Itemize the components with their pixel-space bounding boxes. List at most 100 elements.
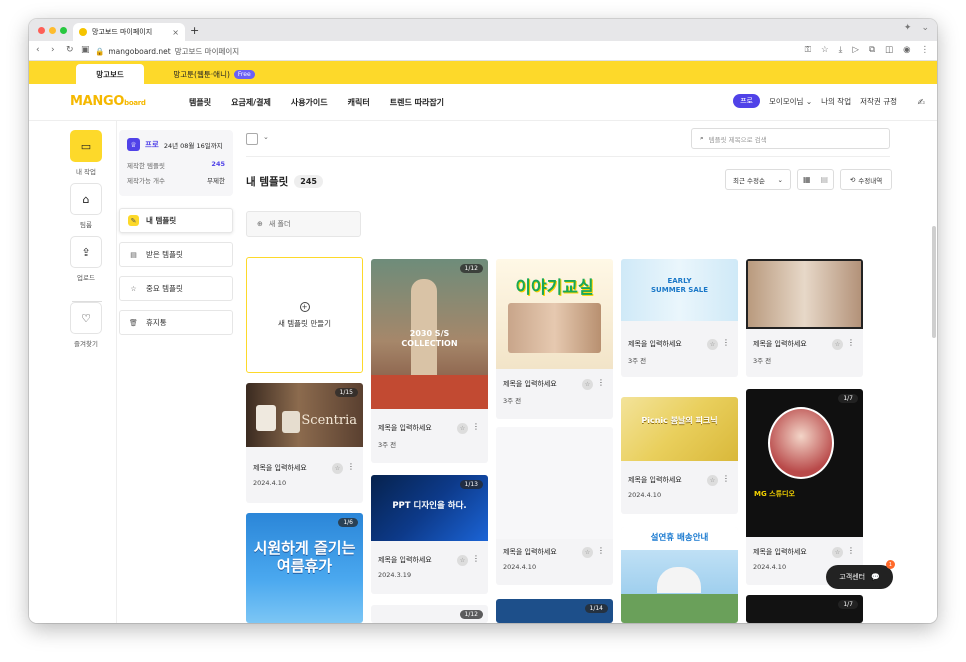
template-card[interactable]: 제목을 입력하세요 2024.4.10 ☆ ⋮ bbox=[496, 427, 613, 585]
template-card[interactable]: 제목을 입력하세요 3주 전 ☆ ⋮ bbox=[746, 259, 863, 377]
cast-icon[interactable]: ▷ bbox=[852, 45, 859, 55]
key-icon[interactable]: ⚿ bbox=[805, 45, 811, 55]
sidebar-icon[interactable]: ◫ bbox=[885, 45, 893, 55]
more-options-icon[interactable]: ⋮ bbox=[847, 546, 855, 555]
mangoboard-logo[interactable]: MANGOboard bbox=[70, 94, 146, 109]
new-template-label: 새 템플릿 만들기 bbox=[277, 318, 332, 328]
more-options-icon[interactable]: ⋮ bbox=[472, 422, 480, 431]
grid-view-icon[interactable]: ▦ bbox=[803, 175, 811, 184]
list-view-icon[interactable]: ▤ bbox=[820, 175, 828, 184]
rail-item-team[interactable]: ⌂ 팀룸 bbox=[70, 183, 102, 229]
view-toggle[interactable]: ▦ ▤ bbox=[797, 169, 834, 190]
customer-center-label: 고객센터 bbox=[839, 573, 866, 581]
favorite-star-icon[interactable]: ☆ bbox=[707, 475, 718, 486]
tab-close-icon[interactable]: × bbox=[172, 28, 179, 37]
menu-my-templates[interactable]: ✎ 내 템플릿 bbox=[119, 208, 233, 233]
signature-icon[interactable]: ✍ bbox=[917, 98, 925, 108]
favorite-star-icon[interactable]: ☆ bbox=[832, 547, 843, 558]
more-options-icon[interactable]: ⋮ bbox=[597, 378, 605, 387]
template-card[interactable]: PPT 디자인을 하다. 1/13 제목을 입력하세요 2024.3.19 ☆ … bbox=[371, 475, 488, 594]
reader-icon[interactable]: ▣ bbox=[81, 45, 90, 55]
nav-guide[interactable]: 사용가이드 bbox=[291, 97, 328, 108]
more-options-icon[interactable]: ⋮ bbox=[597, 546, 605, 555]
rail-item-my-work[interactable]: ▭ 내 작업 bbox=[70, 130, 102, 176]
sort-select[interactable]: 최근 수정순 ⌄ bbox=[725, 169, 791, 190]
menu-important-templates[interactable]: ☆ 중요 템플릿 bbox=[119, 276, 233, 301]
favorite-star-icon[interactable]: ☆ bbox=[332, 463, 343, 474]
copyright-link[interactable]: 저작권 규정 bbox=[860, 96, 897, 107]
template-card[interactable]: 1/12 bbox=[371, 605, 488, 623]
new-template-button[interactable]: + 새 템플릿 만들기 bbox=[246, 257, 363, 373]
new-tab-button[interactable]: + bbox=[190, 24, 199, 37]
forward-icon[interactable]: › bbox=[51, 45, 55, 55]
template-card[interactable]: EARLY SUMMER SALE 제목을 입력하세요 3주 전 ☆ ⋮ bbox=[621, 259, 738, 377]
free-badge: Free bbox=[233, 69, 255, 79]
more-options-icon[interactable]: ⋮ bbox=[722, 474, 730, 483]
browser-tab[interactable]: 망고보드 마이페이지 × bbox=[73, 23, 185, 41]
page-scrollbar[interactable] bbox=[932, 226, 936, 338]
menu-received-templates[interactable]: ▤ 받은 템플릿 bbox=[119, 242, 233, 267]
account-icon[interactable]: ◉ bbox=[903, 45, 910, 55]
favorite-star-icon[interactable]: ☆ bbox=[457, 423, 468, 434]
rail-label: 즐겨찾기 bbox=[74, 340, 98, 348]
search-icon: ⌕ bbox=[700, 134, 704, 142]
menu-trash[interactable]: 🗑 휴지통 bbox=[119, 310, 233, 335]
template-card[interactable]: Picnic 봄날의 피크닉 제목을 입력하세요 2024.4.10 ☆ ⋮ bbox=[621, 397, 738, 514]
template-card[interactable]: 1/7 bbox=[746, 595, 863, 623]
template-card[interactable]: MG 스튜디오 1/7 제목을 입력하세요 2024.4.10 ☆ ⋮ bbox=[746, 389, 863, 585]
crown-icon: ♕ bbox=[127, 138, 140, 151]
template-card[interactable]: 이야기교실 제목을 입력하세요 3주 전 ☆ ⋮ bbox=[496, 259, 613, 419]
user-menu[interactable]: 모이모이님 ⌄ bbox=[769, 96, 812, 107]
template-thumbnail: Picnic 봄날의 피크닉 bbox=[621, 397, 738, 461]
inbox-icon: ▤ bbox=[130, 250, 137, 259]
tab-list-icon[interactable]: ⌄ bbox=[921, 23, 929, 33]
template-card[interactable]: 2030 S/S COLLECTION 1/12 제목을 입력하세요 3주 전 … bbox=[371, 259, 488, 463]
template-count: 245 bbox=[294, 175, 323, 188]
close-window-icon[interactable] bbox=[38, 27, 45, 34]
customer-center-button[interactable]: 고객센터 💬 1 bbox=[826, 560, 895, 589]
template-card[interactable]: 1/14 bbox=[496, 599, 613, 623]
favorite-star-icon[interactable]: ☆ bbox=[707, 339, 718, 350]
url-field[interactable]: 🔒 mangoboard.net 망고보드 마이페이지 bbox=[95, 44, 795, 58]
address-bar: ‹ › ↻ ▣ 🔒 mangoboard.net 망고보드 마이페이지 ⚿ ☆ … bbox=[29, 41, 937, 61]
favorite-star-icon[interactable]: ☆ bbox=[582, 379, 593, 390]
select-dropdown-icon[interactable]: ⌄ bbox=[263, 133, 269, 141]
template-date: 2024.4.10 bbox=[753, 563, 787, 571]
reload-icon[interactable]: ↻ bbox=[66, 45, 74, 55]
bookmark-star-icon[interactable]: ☆ bbox=[821, 45, 829, 55]
extension-icon[interactable]: ⧉ bbox=[869, 45, 875, 55]
minimize-window-icon[interactable] bbox=[49, 27, 56, 34]
rail-item-favorites[interactable]: ♡ 즐겨찾기 bbox=[70, 302, 102, 348]
template-card[interactable]: 설연휴 배송안내 bbox=[621, 527, 738, 623]
maximize-window-icon[interactable] bbox=[60, 27, 67, 34]
new-folder-button[interactable]: ⊕ 새 폴더 bbox=[246, 211, 361, 237]
back-icon[interactable]: ‹ bbox=[36, 45, 40, 55]
more-options-icon[interactable]: ⋮ bbox=[347, 462, 355, 471]
nav-templates[interactable]: 템플릿 bbox=[189, 97, 211, 108]
page-count: 1/15 bbox=[334, 388, 358, 397]
more-menu-icon[interactable]: ⋮ bbox=[921, 45, 930, 55]
select-all-checkbox[interactable] bbox=[246, 133, 258, 145]
more-options-icon[interactable]: ⋮ bbox=[472, 554, 480, 563]
tab-mangoboard[interactable]: 망고보드 bbox=[76, 64, 144, 84]
favorite-star-icon[interactable]: ☆ bbox=[582, 547, 593, 558]
template-thumbnail: 설연휴 배송안내 bbox=[621, 527, 738, 623]
template-card[interactable]: 시원하게 즐기는 여름휴가 1/6 bbox=[246, 513, 363, 623]
rail-item-upload[interactable]: ⇪ 업로드 bbox=[70, 236, 102, 282]
nav-pricing[interactable]: 요금제/결제 bbox=[231, 97, 271, 108]
nav-characters[interactable]: 캐릭터 bbox=[348, 97, 370, 108]
template-thumbnail bbox=[746, 259, 863, 329]
template-card[interactable]: Scentria 1/15 제목을 입력하세요 2024.4.10 ☆ ⋮ bbox=[246, 383, 363, 503]
favorite-star-icon[interactable]: ☆ bbox=[457, 555, 468, 566]
search-input[interactable]: ⌕ 템플릿 제목으로 검색 bbox=[691, 128, 890, 149]
tab-mangotoon[interactable]: 망고툰(웹툰·애니) Free bbox=[169, 64, 259, 84]
my-work-link[interactable]: 나의 작업 bbox=[821, 96, 851, 107]
more-options-icon[interactable]: ⋮ bbox=[847, 338, 855, 347]
more-options-icon[interactable]: ⋮ bbox=[722, 338, 730, 347]
edit-history-button[interactable]: ⟲ 수정내역 bbox=[840, 169, 892, 190]
download-icon[interactable]: ⤓ bbox=[839, 45, 843, 55]
profile-bird-icon[interactable]: ✦ bbox=[904, 23, 912, 33]
page-count: 1/7 bbox=[838, 394, 858, 403]
favorite-star-icon[interactable]: ☆ bbox=[832, 339, 843, 350]
nav-trends[interactable]: 트렌드 따라잡기 bbox=[390, 97, 444, 108]
